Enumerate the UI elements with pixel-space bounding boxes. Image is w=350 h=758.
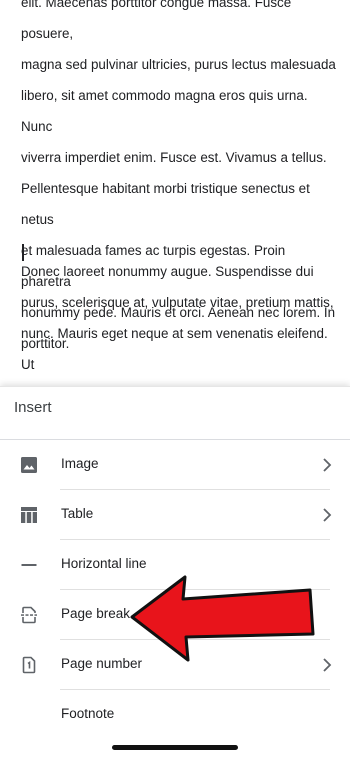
menu-item-table[interactable]: Table bbox=[0, 490, 350, 540]
document-body[interactable]: elit. Maecenas porttitor congue massa. F… bbox=[0, 0, 350, 386]
page-number-icon bbox=[20, 656, 38, 674]
menu-item-label: Table bbox=[61, 506, 94, 521]
sheet-title: Insert bbox=[14, 399, 52, 416]
image-icon bbox=[20, 456, 38, 474]
chevron-right-icon bbox=[322, 507, 332, 523]
menu-item-image[interactable]: Image bbox=[0, 440, 350, 490]
menu-item-label: Footnote bbox=[61, 706, 115, 721]
chevron-right-icon bbox=[322, 457, 332, 473]
document-paragraph: Donec laoreet nonummy augue. Suspendisse… bbox=[21, 264, 334, 372]
annotation-arrow bbox=[130, 575, 315, 662]
horizontal-line-icon bbox=[20, 556, 38, 574]
menu-item-label: Image bbox=[61, 456, 99, 471]
page-break-icon bbox=[20, 606, 38, 624]
home-indicator[interactable] bbox=[112, 745, 238, 750]
menu-item-label: Horizontal line bbox=[61, 556, 147, 571]
chevron-right-icon bbox=[322, 657, 332, 673]
menu-item-footnote[interactable]: Footnote bbox=[0, 690, 350, 740]
table-icon bbox=[20, 506, 38, 524]
